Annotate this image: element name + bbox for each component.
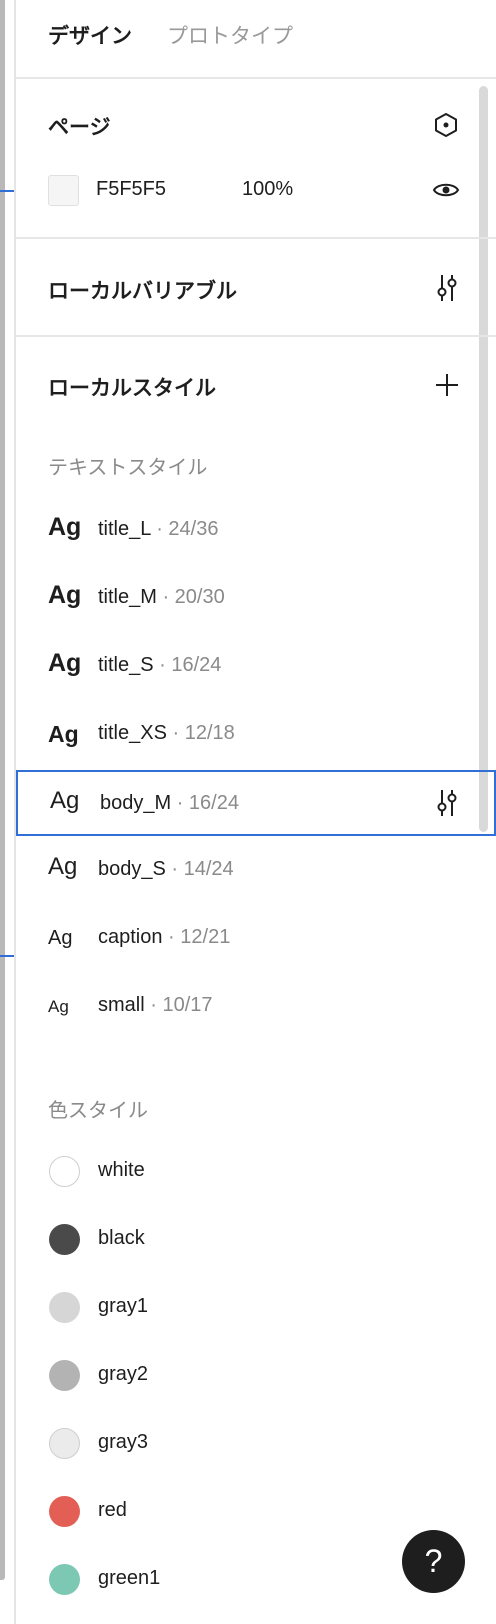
text-style-label: title_XS · 12/18 [98,722,235,745]
color-swatch [49,1496,80,1527]
text-style-row[interactable]: Ag title_S · 16/24 [16,634,496,700]
color-style-name: green1 [98,1567,161,1589]
variables-section-title: ローカルバリアブル [48,280,237,303]
color-style-name: red [98,1499,127,1521]
color-style-row[interactable]: gray2 [16,1343,496,1409]
text-style-name: body_S [98,858,166,880]
adjust-variables-icon[interactable] [434,272,460,304]
text-style-label: title_M · 20/30 [98,586,225,609]
text-style-size: · 16/24 [171,792,239,814]
text-style-sample: Ag [48,997,69,1016]
text-style-sample: Ag [48,853,78,880]
styles-section-title: ローカルスタイル [48,377,216,400]
color-style-name: gray3 [98,1431,149,1453]
color-style-name: white [98,1159,145,1181]
text-style-row[interactable]: Ag title_L · 24/36 [16,498,496,564]
text-style-size: · 16/24 [153,654,222,676]
text-style-name: title_S [98,654,154,676]
text-style-name: body_M [100,792,172,814]
text-style-row[interactable]: Ag small · 10/17 [16,974,496,1040]
canvas-edge [0,0,16,1624]
add-style-icon[interactable] [434,372,460,398]
text-style-label: caption · 12/21 [98,926,230,949]
page-fill-opacity[interactable]: 100% [242,178,293,201]
color-style-row[interactable]: black [16,1207,496,1273]
color-swatch [49,1564,80,1595]
text-style-name: title_L [98,518,151,540]
text-style-size: · 24/36 [150,518,219,540]
text-style-size: · 12/18 [166,722,235,744]
color-style-row[interactable]: gray3 [16,1411,496,1477]
text-style-row[interactable]: Ag caption · 12/21 [16,906,496,972]
text-style-row[interactable]: Ag title_XS · 12/18 [16,702,496,768]
color-swatch [49,1428,80,1459]
tab-prototype[interactable]: プロトタイプ [167,20,293,50]
text-style-sample: Ag [48,721,79,747]
text-style-size: · 20/30 [156,586,225,608]
color-swatch [49,1292,80,1323]
page-fill-swatch[interactable] [48,175,79,206]
text-style-sample: Ag [48,581,82,609]
text-style-row[interactable]: Ag body_M · 16/24 [16,770,496,836]
eye-icon[interactable] [432,178,460,202]
help-button[interactable]: ? [402,1530,465,1593]
text-style-label: title_S · 16/24 [98,654,221,677]
text-style-sample: Ag [50,787,80,814]
color-swatch [49,1224,80,1255]
text-style-name: title_XS [98,722,167,744]
text-style-label: small · 10/17 [98,994,213,1017]
text-style-sample: Ag [48,513,82,541]
color-style-row[interactable]: gray1 [16,1275,496,1341]
text-style-label: title_L · 24/36 [98,518,218,541]
design-panel: デザイン プロトタイプ ページ F5F5F5 100% ローカルバリアブル ロー… [16,0,496,1624]
color-styles-heading: 色スタイル [48,1100,148,1122]
color-style-row[interactable]: white [16,1139,496,1205]
text-style-size: · 10/17 [144,994,213,1016]
color-style-name: gray2 [98,1363,149,1385]
library-icon[interactable] [432,111,460,139]
text-style-name: title_M [98,586,157,608]
text-style-label: body_S · 14/24 [98,858,234,881]
color-swatch [49,1156,80,1187]
divider [16,335,496,337]
canvas-guide-mark [0,955,14,957]
divider [16,237,496,239]
text-style-size: · 14/24 [165,858,234,880]
tab-design[interactable]: デザイン [48,20,132,50]
text-style-row[interactable]: Ag title_M · 20/30 [16,566,496,632]
text-style-name: small [98,994,145,1016]
color-style-name: black [98,1227,145,1249]
text-style-sample: Ag [48,927,73,949]
edit-style-icon[interactable] [434,787,460,819]
page-section-title: ページ [48,116,111,139]
panel-tabs: デザイン プロトタイプ [16,0,496,79]
text-style-sample: Ag [48,649,82,677]
color-style-name: gray1 [98,1295,149,1317]
canvas-guide-mark [0,190,14,192]
text-style-label: body_M · 16/24 [100,792,239,815]
canvas-edge-shade [0,0,5,1580]
color-swatch [49,1360,80,1391]
text-styles-heading: テキストスタイル [48,457,208,479]
text-style-size: · 12/21 [162,926,231,948]
page-fill-hex[interactable]: F5F5F5 [96,178,166,201]
text-style-name: caption [98,926,163,948]
text-style-row[interactable]: Ag body_S · 14/24 [16,838,496,904]
